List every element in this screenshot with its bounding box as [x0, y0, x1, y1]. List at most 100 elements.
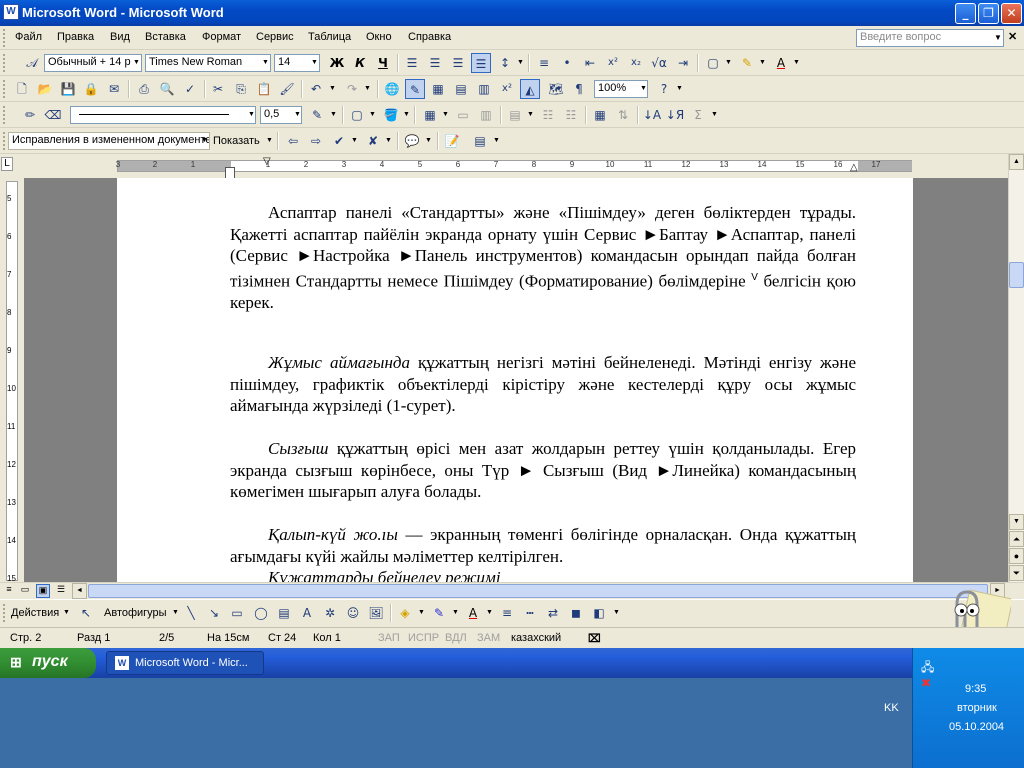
undo-icon[interactable]: ↶ — [306, 79, 326, 99]
dash-style-icon[interactable]: ┅ — [520, 603, 540, 623]
outline-view-icon[interactable]: ☰ — [54, 584, 68, 598]
line-color-icon[interactable]: ✎ — [429, 603, 449, 623]
insert-comment-icon[interactable]: 💬 — [402, 131, 422, 151]
outside-border-icon[interactable]: ▢ — [347, 105, 367, 125]
chevron-down-icon[interactable]: ▼ — [266, 137, 273, 144]
3d-style-icon[interactable]: ◧ — [589, 603, 609, 623]
chevron-down-icon[interactable]: ▼ — [330, 111, 337, 118]
font-combo[interactable]: Times New Roman — [145, 54, 271, 72]
print-layout-view-icon[interactable]: ▣ — [36, 584, 50, 598]
superscript-icon[interactable]: x² — [603, 53, 623, 73]
menu-format[interactable]: Формат — [202, 31, 241, 43]
italic-button[interactable]: К — [350, 53, 370, 73]
horizontal-scrollbar[interactable]: ≡ ▭ ▣ ☰ ◄ ► — [0, 582, 1024, 599]
chevron-down-icon[interactable]: ▼ — [364, 85, 371, 92]
draw-table-pencil-icon[interactable]: ✏ — [20, 105, 40, 125]
toolbar-grip[interactable] — [3, 132, 6, 150]
toolbar-grip[interactable] — [3, 80, 6, 98]
scroll-thumb[interactable] — [1009, 262, 1024, 288]
actions-menu-button[interactable]: Действия — [11, 607, 59, 619]
menu-view[interactable]: Вид — [110, 31, 130, 43]
spelling-icon[interactable]: ✓ — [180, 79, 200, 99]
align-right-icon[interactable]: ☰ — [448, 53, 468, 73]
accept-change-icon[interactable]: ✔ — [329, 131, 349, 151]
chevron-down-icon[interactable]: ▼ — [793, 59, 800, 66]
document-map-icon[interactable]: 🗺 — [546, 79, 566, 99]
oval-tool-icon[interactable]: ◯ — [251, 603, 271, 623]
sort-ascending-icon[interactable]: ↓A — [642, 105, 662, 125]
alert-icon[interactable]: ✖ — [921, 676, 931, 690]
tables-borders-icon[interactable]: ✎ — [405, 79, 425, 99]
line-tool-icon[interactable]: ╲ — [181, 603, 201, 623]
redo-icon[interactable]: ↷ — [342, 79, 362, 99]
insert-excel-icon[interactable]: ▤ — [451, 79, 471, 99]
subscript-icon[interactable]: x₂ — [626, 53, 646, 73]
print-icon[interactable]: ⎙ — [134, 79, 154, 99]
menu-file[interactable]: Файл — [15, 31, 42, 43]
ruler-strip[interactable]: 3 2 1 1 2 3 4 5 6 7 8 9 10 11 12 13 14 15 16 17 — [116, 160, 912, 172]
minimize-button[interactable]: _ — [955, 3, 976, 24]
decrease-indent-icon[interactable]: ⇤ — [580, 53, 600, 73]
chevron-down-icon[interactable]: ▼ — [527, 111, 534, 118]
increase-indent-icon[interactable]: ⇥ — [673, 53, 693, 73]
ask-question-input[interactable]: Введите вопрос — [856, 29, 1004, 47]
spelling-status-icon[interactable]: ⌧ — [588, 632, 601, 645]
numbering-icon[interactable]: ≡ — [534, 53, 554, 73]
menu-tools[interactable]: Сервис — [256, 31, 294, 43]
insert-table-icon[interactable]: ▦ — [420, 105, 440, 125]
chevron-down-icon[interactable]: ▼ — [369, 111, 376, 118]
menu-window[interactable]: Окно — [366, 31, 392, 43]
chevron-down-icon[interactable]: ▼ — [486, 609, 493, 616]
desktop[interactable] — [0, 678, 912, 768]
chevron-down-icon[interactable]: ▼ — [311, 59, 318, 66]
paragraph-toolbars[interactable]: Аспаптар панелі «Стандартты» және «Пішім… — [230, 202, 856, 314]
next-page-button[interactable]: ⏷ — [1009, 565, 1024, 581]
next-change-icon[interactable]: ⇨ — [306, 131, 326, 151]
align-center-icon[interactable]: ☰ — [425, 53, 445, 73]
track-changes-icon[interactable]: 📝 — [442, 131, 462, 151]
email-icon[interactable]: ✉ — [104, 79, 124, 99]
merge-cells-icon[interactable]: ▭ — [453, 105, 473, 125]
chevron-down-icon[interactable]: ▼ — [493, 137, 500, 144]
align-cell-icon[interactable]: ▤ — [505, 105, 525, 125]
rectangle-tool-icon[interactable]: ▭ — [227, 603, 247, 623]
reviewing-pane-icon[interactable]: ▤ — [470, 131, 490, 151]
wordart-icon[interactable]: A — [297, 603, 317, 623]
restore-button[interactable]: ❐ — [978, 3, 999, 24]
previous-change-icon[interactable]: ⇦ — [283, 131, 303, 151]
vertical-ruler-strip[interactable]: 5 6 7 8 9 10 11 12 13 14 15 — [6, 181, 18, 583]
scroll-left-button[interactable]: ◄ — [72, 583, 87, 599]
display-for-review-combo[interactable]: Исправления в измененном документе — [8, 132, 210, 150]
status-record-macro[interactable]: ЗАП — [378, 632, 400, 644]
drawing-icon[interactable]: ◭ — [520, 79, 540, 99]
align-left-icon[interactable]: ☰ — [402, 53, 422, 73]
toolbar-grip[interactable] — [3, 29, 6, 47]
toolbar-grip[interactable] — [3, 106, 6, 124]
chevron-down-icon[interactable]: ▼ — [452, 609, 459, 616]
chevron-down-icon[interactable]: ▼ — [418, 609, 425, 616]
status-extend[interactable]: ВДЛ — [445, 632, 467, 644]
vertical-scrollbar[interactable]: ▲ ▼ ⏶ ● ⏷ — [1008, 154, 1024, 582]
fill-color-icon[interactable]: ◈ — [395, 603, 415, 623]
taskbar-word-button[interactable]: W Microsoft Word - Micr... — [106, 651, 264, 675]
justify-icon[interactable]: ☰ — [471, 53, 491, 73]
open-folder-icon[interactable]: 📂 — [35, 79, 55, 99]
chevron-down-icon[interactable]: ▼ — [351, 137, 358, 144]
chevron-down-icon[interactable]: ▼ — [403, 111, 410, 118]
chevron-down-icon[interactable]: ▼ — [711, 111, 718, 118]
chevron-down-icon[interactable]: ▼ — [201, 137, 208, 144]
line-style-combo[interactable] — [70, 106, 256, 124]
highlight-icon[interactable]: ✎ — [737, 53, 757, 73]
format-painter-icon[interactable]: 🖌 — [277, 79, 297, 99]
bullets-icon[interactable]: • — [557, 53, 577, 73]
title-bar[interactable]: W Microsoft Word - Microsoft Word _ ❐ ✕ — [0, 0, 1024, 26]
close-document-icon[interactable]: ✕ — [1008, 30, 1017, 43]
paragraph-work-area[interactable]: Жұмыс аймағында құжаттың негізгі мәтіні … — [230, 352, 856, 417]
chevron-down-icon[interactable]: ▼ — [992, 30, 1004, 46]
chevron-down-icon[interactable]: ▼ — [294, 111, 301, 118]
document-page[interactable]: Аспаптар панелі «Стандартты» және «Пішім… — [117, 178, 913, 582]
scroll-down-button[interactable]: ▼ — [1009, 514, 1024, 530]
table-autoformat-icon[interactable]: ▦ — [590, 105, 610, 125]
styles-pane-icon[interactable]: 𝒜 — [22, 53, 42, 73]
chevron-down-icon[interactable]: ▼ — [725, 59, 732, 66]
